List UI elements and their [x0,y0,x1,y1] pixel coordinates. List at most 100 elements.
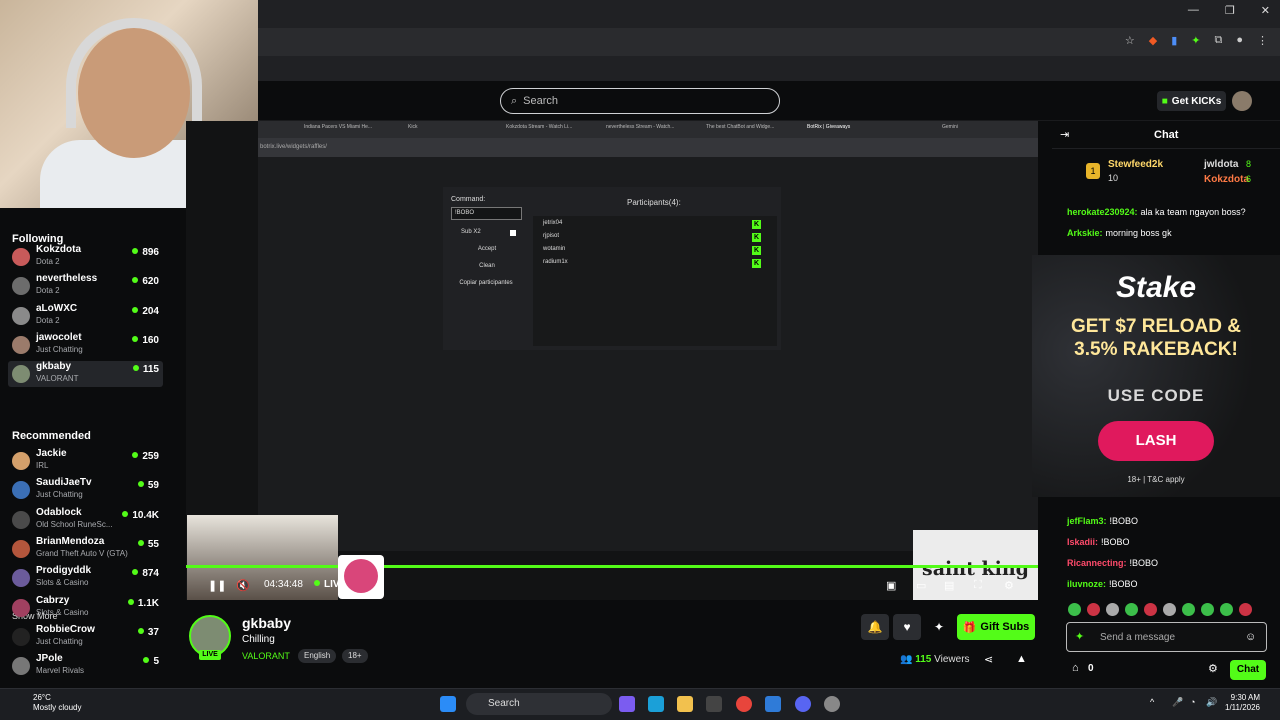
sidebar-channel[interactable]: aLoWXC Dota 2 204 [8,303,163,329]
discord-icon[interactable] [795,696,811,712]
notification-bell-icon[interactable]: 🔔 [861,614,889,640]
app-icon[interactable] [824,696,840,712]
follow-heart-icon[interactable]: ♥ [893,614,921,640]
emote-icon[interactable] [1144,603,1157,616]
collapse-chat-icon[interactable]: ⇥ [1060,128,1069,141]
shared-tab: The best ChatBot and Widge... [706,124,775,130]
sidebar-channel[interactable]: RobbieCrow Just Chatting 37 [8,624,163,650]
mute-icon[interactable]: 🔇 [236,579,250,592]
channel-viewers: 204 [132,306,159,317]
chat-username[interactable]: iluvnoze: [1067,579,1106,589]
bookmark-star-icon[interactable]: ☆ [1125,34,1135,47]
sparkle-icon[interactable]: ✦ [1075,630,1084,643]
chrome-icon[interactable] [736,696,752,712]
search-input[interactable]: ⌕ Search [500,88,780,114]
sidebar: Following Kokzdota Dota 2 896 nevertheless D… [0,208,172,688]
puzzle-icon[interactable]: ⧉ [1214,34,1222,47]
sidebar-channel[interactable]: nevertheless Dota 2 620 [8,273,163,299]
emote-icon[interactable] [1239,603,1252,616]
emote-icon[interactable] [1087,603,1100,616]
channel-game: Just Chatting [36,344,83,354]
extension-icon[interactable]: ▮ [1171,34,1177,47]
recommended-title: Recommended [12,430,91,442]
menu-icon[interactable]: ⋮ [1257,34,1268,47]
clip-icon[interactable]: ▭ [916,579,926,592]
tag-language[interactable]: English [298,649,337,663]
fullscreen-icon[interactable]: ⛶ [974,579,982,592]
emote-icon[interactable] [1106,603,1119,616]
emote-icon[interactable] [1125,603,1138,616]
extension-icon[interactable]: ✦ [1191,34,1200,47]
emote-icon[interactable] [1201,603,1214,616]
settings-icon[interactable]: ⚙ [1004,579,1014,592]
ad-headline: GET $7 RELOAD & 3.5% RAKEBACK! [1071,316,1241,360]
file-explorer-icon[interactable] [677,696,693,712]
stream-category[interactable]: VALORANT [242,651,290,661]
chat-username[interactable]: Arkskie: [1067,228,1103,238]
chat-settings-icon[interactable]: ⚙ [1208,662,1218,675]
stake-ad[interactable]: Stake GET $7 RELOAD & 3.5% RAKEBACK! USE … [1032,255,1280,497]
emoji-icon[interactable]: ☺ [1245,631,1256,643]
channel-game: Marvel Rivals [36,666,85,676]
user-avatar[interactable] [1232,91,1252,111]
sidebar-channel[interactable]: Cabrzy Slots & Casino 1.1K [8,595,163,621]
chat-username[interactable]: Ricannecting: [1067,558,1127,568]
mic-icon[interactable]: 🎤 [1172,697,1183,708]
weather-widget[interactable]: 26°C Mostly cloudy [33,693,81,713]
progress-bar[interactable] [186,565,1038,568]
channel-name: Cabrzy [36,594,70,606]
close-icon[interactable]: ✕ [1261,4,1270,17]
streamer-name[interactable]: gkbaby [242,615,291,631]
pip-icon[interactable]: ▣ [886,579,896,592]
wifi-icon[interactable]: ◔ [1190,697,1195,707]
sidebar-channel[interactable]: Odablock Old School RuneSc... 10.4K [8,507,163,533]
mail-icon[interactable] [765,696,781,712]
channel-avatar [12,277,30,296]
maximize-icon[interactable]: ❐ [1225,4,1235,17]
sparkle-icon[interactable]: ✦ [925,614,953,640]
taskbar-clock[interactable]: 9:30 AM 1/11/2026 [1225,693,1260,713]
minimize-icon[interactable]: — [1188,4,1199,17]
sidebar-channel[interactable]: JPole Marvel Rivals 5 [8,653,163,679]
emote-icon[interactable] [1163,603,1176,616]
sidebar-channel[interactable]: Prodigyddk Slots & Casino 874 [8,565,163,591]
channel-name: aLoWXC [36,302,78,314]
shared-tab: Indiana Pacers VS Miami He... [304,124,373,130]
channel-name: Prodigyddk [36,565,92,577]
sidebar-channel[interactable]: Jackie IRL 259 [8,448,163,474]
emote-icon[interactable] [1068,603,1081,616]
emote-icon[interactable] [1182,603,1195,616]
sidebar-channel[interactable]: Kokzdota Dota 2 896 [8,244,163,270]
taskbar-search[interactable]: Search [466,693,612,715]
sidebar-channel[interactable]: jawocolet Just Chatting 160 [8,332,163,358]
sidebar-channel[interactable]: SaudiJaeTv Just Chatting 59 [8,477,163,503]
copilot-icon[interactable] [619,696,635,712]
channel-avatar [12,335,30,354]
store-icon[interactable] [706,696,722,712]
share-icon[interactable]: ⋖ [984,653,993,666]
pause-icon[interactable]: ❚❚ [208,579,226,592]
profile-icon[interactable]: ● [1236,34,1243,47]
edge-icon[interactable] [648,696,664,712]
sidebar-channel[interactable]: gkbaby VALORANT 115 [8,361,163,388]
address-bar[interactable]: ☆ ◆ ▮ ✦ ⧉ ● ⋮ [258,28,1280,56]
browser-tab-strip: — ❐ ✕ [258,0,1280,28]
chat-username[interactable]: Iskadii: [1067,537,1098,547]
tray-chevron-icon[interactable]: ^ [1150,697,1154,707]
gift-subs-button[interactable]: 🎁 Gift Subs [957,614,1035,640]
extension-icon[interactable]: ◆ [1149,34,1157,47]
volume-icon[interactable]: 🔊 [1206,697,1217,708]
theater-icon[interactable]: ▤ [944,579,954,592]
windows-start-icon[interactable] [440,696,456,712]
tag-age[interactable]: 18+ [342,649,368,663]
channel-avatar [12,510,30,529]
chat-send-button[interactable]: Chat [1230,660,1266,680]
chat-username[interactable]: jefFlam3: [1067,516,1107,526]
emote-icon[interactable] [1220,603,1233,616]
channel-avatar [12,481,30,500]
sidebar-channel[interactable]: BrianMendoza Grand Theft Auto V (GTA) 55 [8,536,163,562]
report-icon[interactable]: ▲ [1016,653,1027,665]
ad-code-button[interactable]: LASH [1098,421,1214,461]
get-kicks-button[interactable]: ■ Get KICKs [1157,91,1226,111]
chat-username[interactable]: herokate230924: [1067,207,1138,217]
